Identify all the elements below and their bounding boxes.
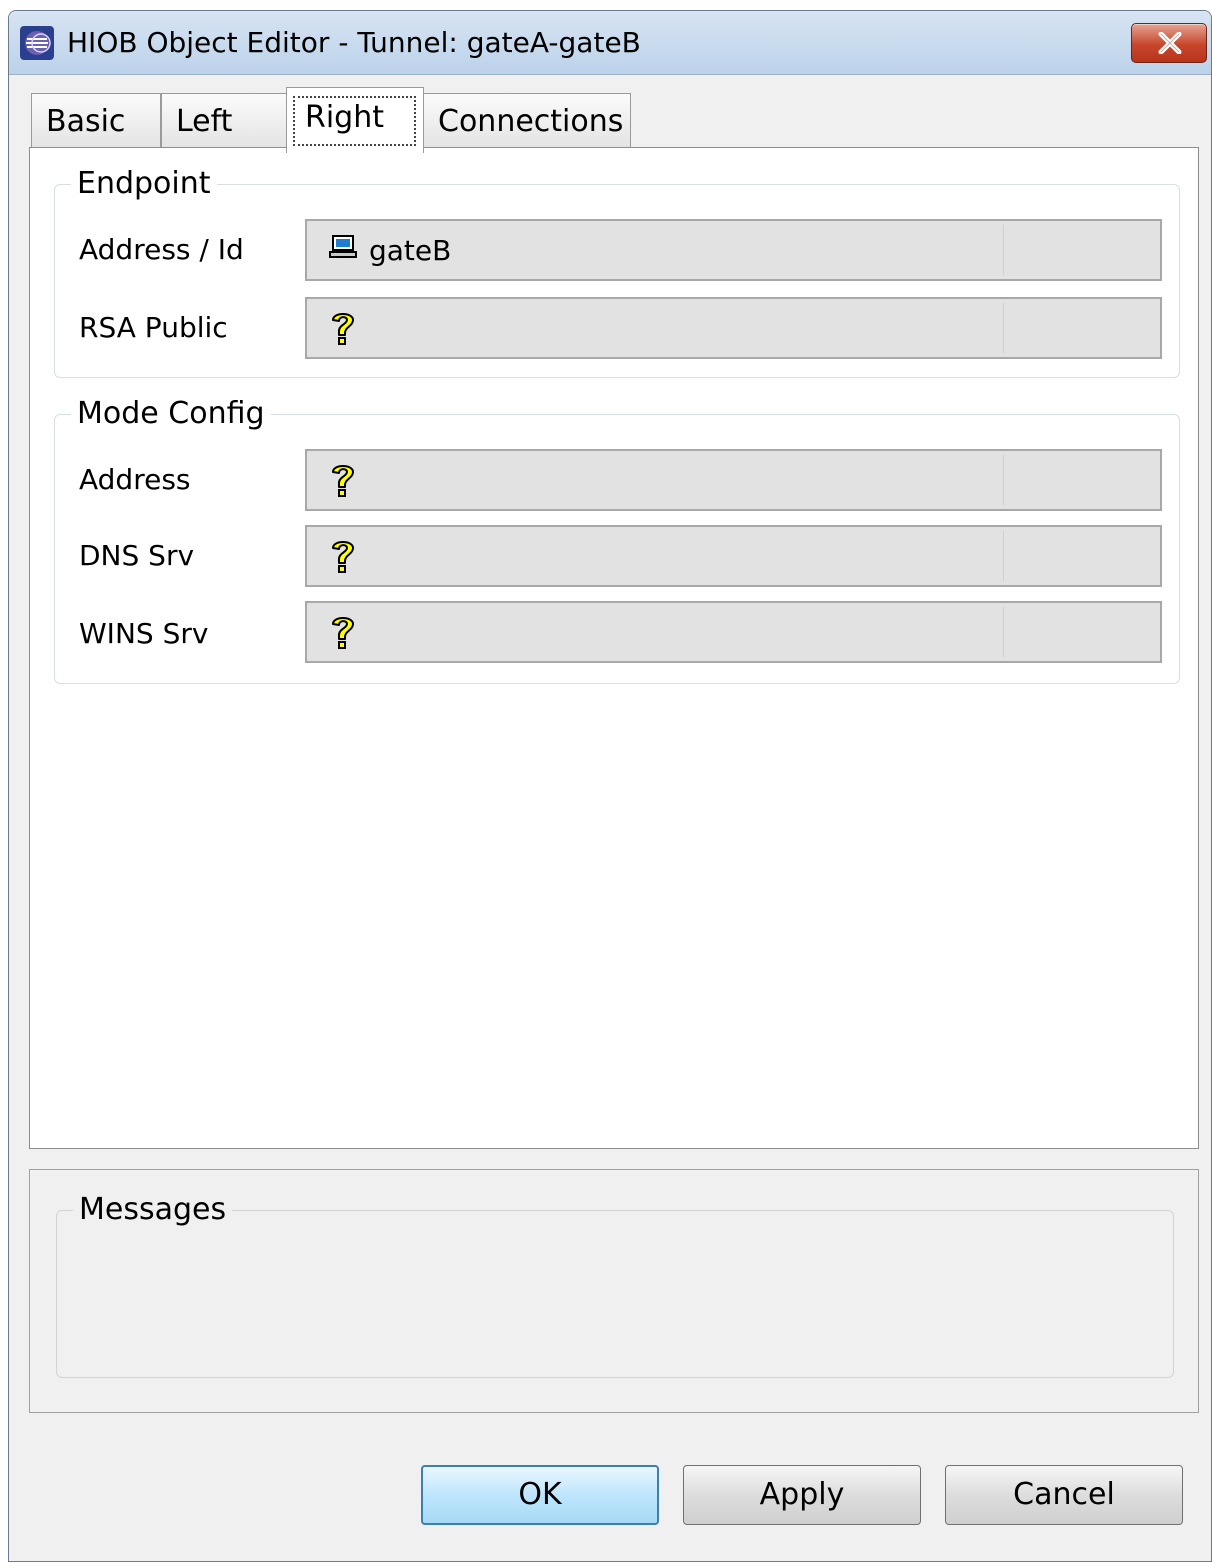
question-icon [332,313,354,345]
endpoint-group: Endpoint Address / Id gateB RSA Public [54,166,1180,378]
address-id-value: gateB [369,234,452,267]
eclipse-app-icon [20,26,54,60]
messages-title: Messages [73,1192,233,1227]
editor-window: HIOB Object Editor - Tunnel: gateA-gateB… [8,10,1212,1562]
field-divider [1003,607,1004,657]
title-bar[interactable]: HIOB Object Editor - Tunnel: gateA-gateB [9,11,1211,75]
address-id-field[interactable]: gateB [305,219,1162,281]
tab-basic-label: Basic [46,104,126,139]
close-button[interactable] [1131,23,1207,63]
mode-address-field[interactable] [305,449,1162,511]
close-icon [1158,32,1182,54]
tab-basic[interactable]: Basic [31,93,161,149]
ok-button[interactable]: OK [421,1465,659,1525]
wins-srv-field[interactable] [305,601,1162,663]
dns-srv-label: DNS Srv [79,539,195,572]
field-divider [1003,455,1004,505]
dns-srv-field[interactable] [305,525,1162,587]
question-icon [332,617,354,649]
messages-group: Messages [56,1192,1174,1378]
question-icon [332,465,354,497]
tab-right[interactable]: Right [286,87,424,153]
mode-address-label: Address [79,463,191,496]
field-divider [1003,531,1004,581]
mode-config-group-title: Mode Config [71,396,271,431]
question-icon [332,541,354,573]
mode-config-group: Mode Config Address DNS Srv WINS Srv [54,396,1180,684]
field-divider [1003,303,1004,353]
computer-icon [329,235,357,258]
rsa-public-label: RSA Public [79,311,228,344]
rsa-public-field[interactable] [305,297,1162,359]
messages-area: Messages [29,1169,1199,1413]
field-divider [1003,225,1004,275]
tab-connections[interactable]: Connections [423,93,631,149]
window-title: HIOB Object Editor - Tunnel: gateA-gateB [67,26,641,59]
tab-left[interactable]: Left [161,93,287,149]
tab-connections-label: Connections [438,104,624,139]
cancel-button[interactable]: Cancel [945,1465,1183,1525]
wins-srv-label: WINS Srv [79,617,209,650]
address-id-label: Address / Id [79,233,244,266]
apply-button[interactable]: Apply [683,1465,921,1525]
tab-panel-right: Endpoint Address / Id gateB RSA Public M… [29,147,1199,1149]
tab-right-label: Right [293,96,416,146]
tab-left-label: Left [176,104,233,139]
endpoint-group-title: Endpoint [71,166,217,201]
